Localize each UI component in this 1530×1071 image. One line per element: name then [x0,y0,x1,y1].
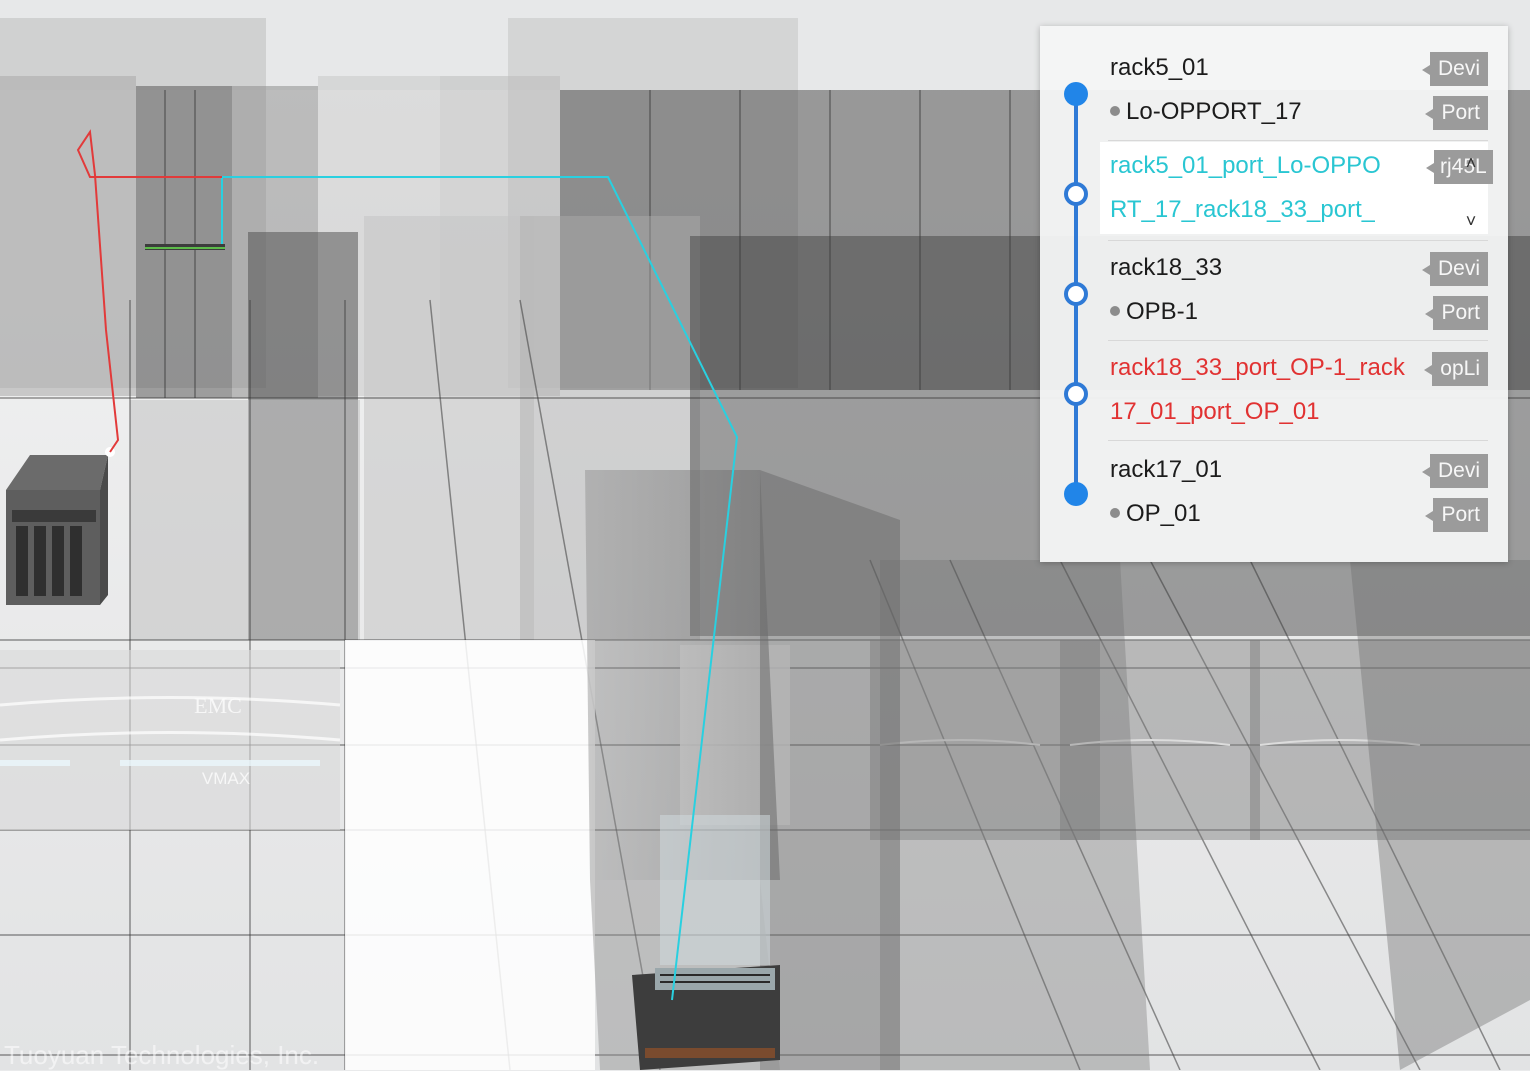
divider [1108,440,1488,441]
device-name: rack5_01 [1110,54,1209,81]
connection-path-panel: rack5_01 Devi Lo-OPPORT_17 Port rack5_01… [1040,26,1508,562]
port-row-lo-opport-17[interactable]: Lo-OPPORT_17 Port [1040,90,1508,134]
link-type-tag[interactable]: opLi [1424,352,1488,386]
device-tag[interactable]: Devi [1421,252,1488,286]
port-name: Lo-OPPORT_17 [1126,98,1302,125]
device-name: rack17_01 [1110,456,1223,483]
port-name: OP_01 [1126,500,1201,527]
port-dot-icon [1110,105,1120,116]
port-row-opb-1[interactable]: OPB-1 Port [1040,290,1508,334]
port-tag[interactable]: Port [1425,296,1488,330]
port-row-op-01[interactable]: OP_01 Port [1040,492,1508,536]
device-row-rack17-01[interactable]: rack17_01 Devi [1040,448,1508,492]
port-dot-icon [1110,305,1120,316]
left-rack-equipment [6,447,115,605]
vmax-label: VMAX [202,769,250,788]
path-node-link-1 [1064,182,1088,206]
device-name: rack18_33 [1110,254,1223,281]
device-row-rack5-01[interactable]: rack5_01 Devi [1040,46,1508,90]
divider [1108,140,1488,141]
divider [1108,240,1488,241]
port-tag[interactable]: Port [1425,498,1488,532]
chevron-down-icon[interactable]: ˅ [1460,210,1482,232]
device-row-rack18-33[interactable]: rack18_33 Devi [1040,246,1508,290]
link-row-opli[interactable]: rack18_33_port_OP-1_rack 17_01_port_OP_0… [1040,346,1508,438]
link-name-line1: rack18_33_port_OP-1_rack [1110,354,1405,381]
device-tag[interactable]: Devi [1421,52,1488,86]
chevron-up-icon[interactable]: ˄ [1460,152,1482,174]
emc-label: EMC [194,693,242,718]
link-name-line2: 17_01_port_OP_01 [1110,398,1320,425]
port-name: OPB-1 [1126,298,1199,325]
emc-storage-array [0,650,341,830]
link-row-rj45[interactable]: rack5_01_port_Lo-OPPO RT_17_rack18_33_po… [1100,142,1493,234]
device-tag[interactable]: Devi [1421,454,1488,488]
link-name-line1: rack5_01_port_Lo-OPPO [1110,152,1381,179]
divider [1108,340,1488,341]
path-node-link-2 [1064,382,1088,406]
port-tag[interactable]: Port [1425,96,1488,130]
link-name-line2: RT_17_rack18_33_port_ [1110,196,1376,223]
port-dot-icon [1110,507,1120,518]
